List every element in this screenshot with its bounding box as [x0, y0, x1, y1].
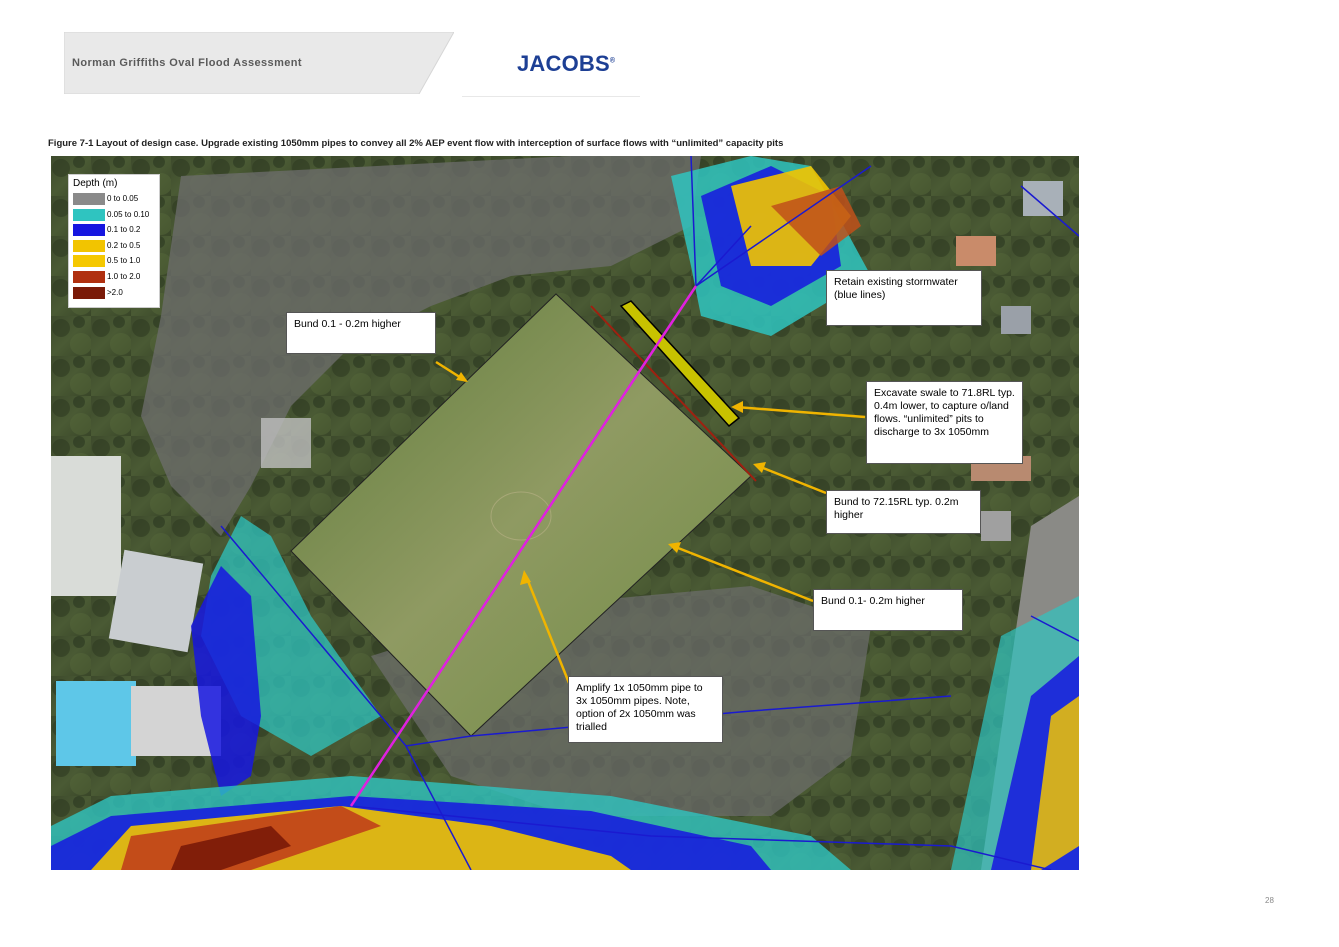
- legend-swatch: [73, 239, 105, 252]
- callout-amplify-pipe: Amplify 1x 1050mm pipe to 3x 1050mm pipe…: [568, 676, 723, 743]
- house-1: [956, 236, 996, 266]
- legend-label: 0.05 to 0.10: [107, 209, 150, 219]
- logo-text: JACOBS: [517, 51, 610, 76]
- document-title: Norman Griffiths Oval Flood Assessment: [72, 57, 302, 69]
- legend-label: 0.1 to 0.2: [107, 225, 141, 235]
- legend-label: 0.5 to 1.0: [107, 256, 141, 266]
- header-divider: [462, 96, 640, 97]
- legend-label: 0.2 to 0.5: [107, 240, 141, 250]
- logo-registered-mark: ®: [609, 57, 616, 65]
- depth-legend: Depth (m) 0 to 0.05 0.05 to 0.10 0.1 to 0.…: [68, 174, 160, 308]
- page-number: 28: [1265, 896, 1274, 905]
- legend-label: 0 to 0.05: [107, 194, 139, 203]
- house-3: [1023, 181, 1063, 216]
- legend-swatch: [73, 193, 105, 205]
- callout-excavate-swale: Excavate swale to 71.8RL typ. 0.4m lower…: [866, 381, 1023, 464]
- callout-bund-west: Bund 0.1 - 0.2m higher: [286, 312, 436, 354]
- legend-label: 1.0 to 2.0: [107, 272, 141, 281]
- callout-retain-stormwater: Retain existing stormwater (blue lines): [826, 270, 982, 326]
- legend-swatch: [73, 208, 105, 221]
- callout-bund-east: Bund to 72.15RL typ. 0.2m higher: [826, 490, 981, 534]
- house-5: [981, 511, 1011, 541]
- legend-swatch: [73, 224, 105, 237]
- legend-swatch: [73, 271, 105, 283]
- legend-swatch: [73, 255, 105, 268]
- building-west-2: [108, 549, 204, 653]
- legend-swatch: [73, 286, 105, 299]
- legend-title: Depth (m): [73, 178, 118, 189]
- jacobs-logo: JACOBS®: [517, 51, 615, 77]
- legend-label: >2.0: [107, 287, 123, 297]
- figure-caption: Figure 7-1 Layout of design case. Upgrad…: [48, 138, 784, 149]
- building-northwest: [261, 418, 311, 468]
- swimming-pool: [56, 681, 136, 766]
- house-2: [1001, 306, 1031, 334]
- callout-bund-south: Bund 0.1- 0.2m higher: [813, 589, 963, 631]
- building-west-1: [51, 456, 121, 596]
